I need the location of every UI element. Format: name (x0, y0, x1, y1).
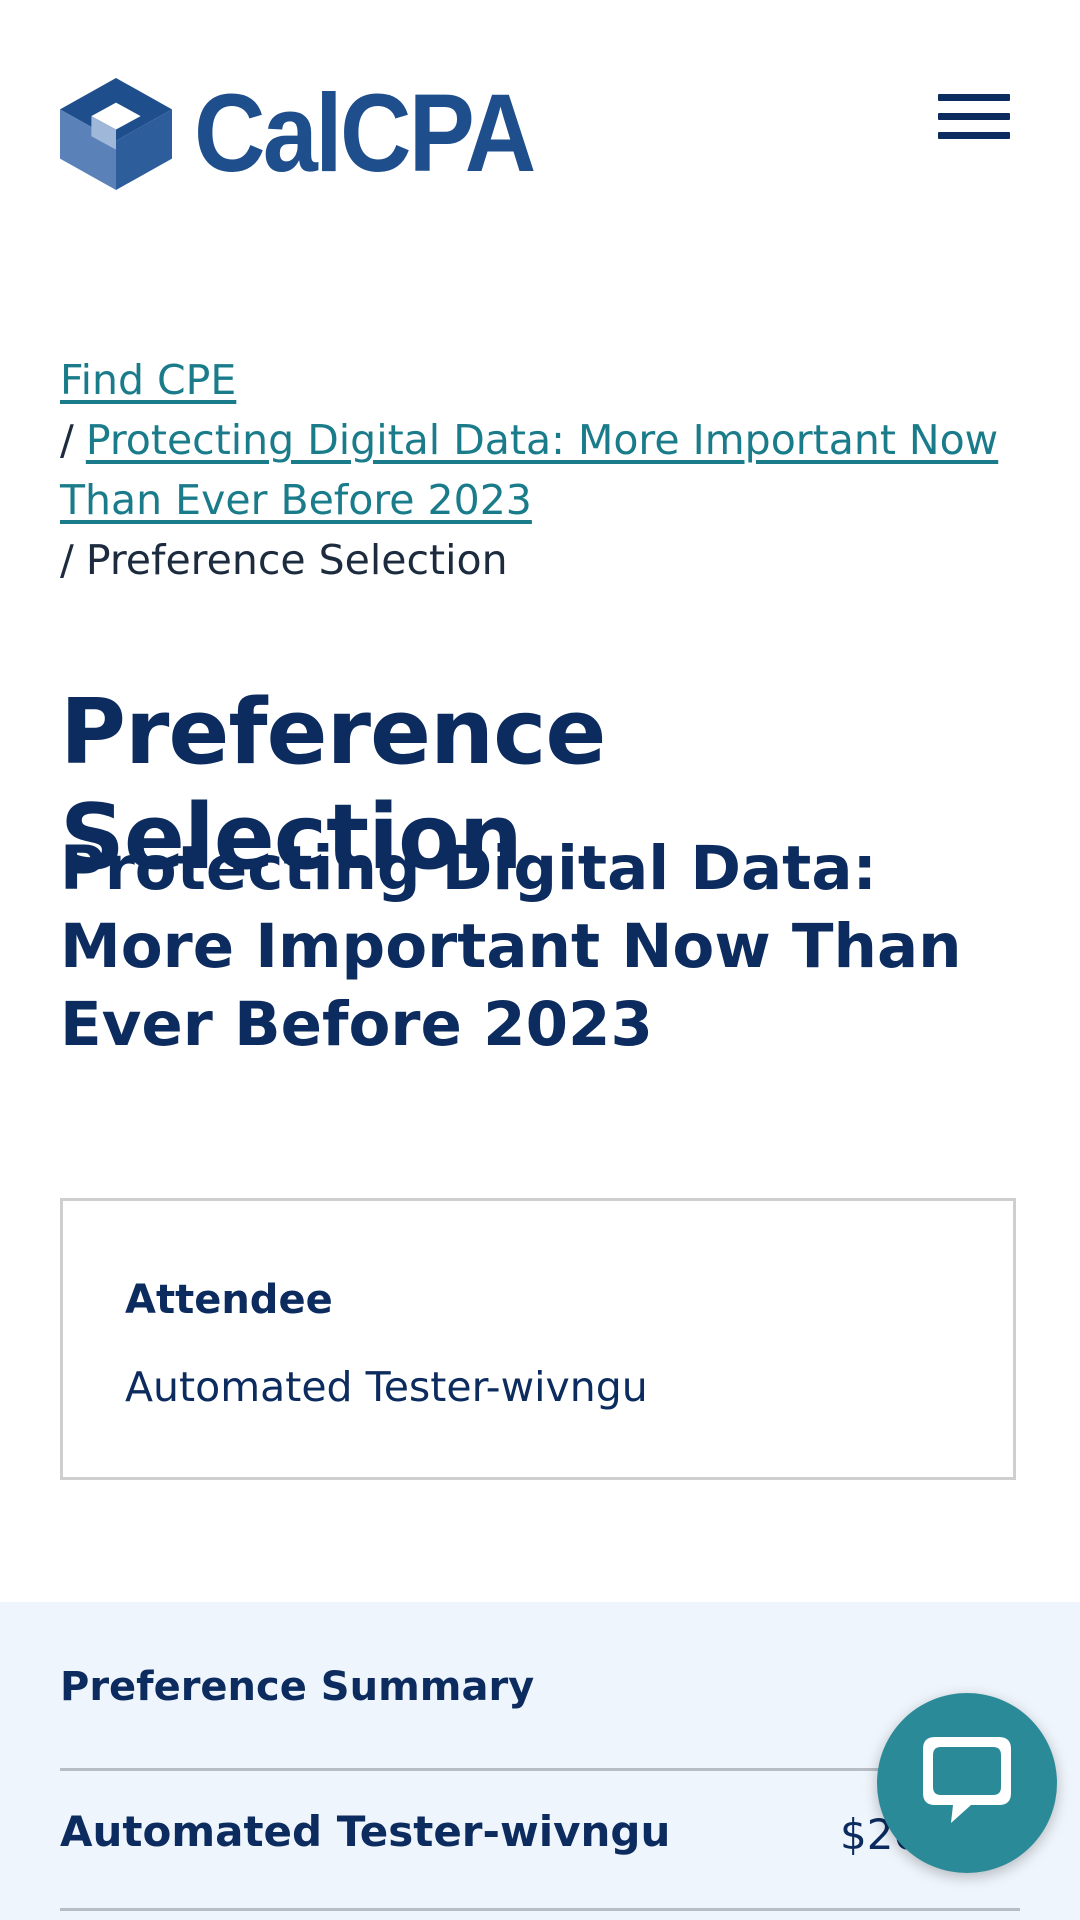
menu-bar (938, 113, 1010, 120)
menu-bar (938, 94, 1010, 101)
site-header: CalCPA (0, 0, 1080, 260)
chat-bubble-icon (923, 1737, 1011, 1823)
calcpa-logo[interactable]: CalCPA (60, 78, 571, 190)
logo-wordmark: CalCPA (194, 72, 536, 195)
chat-button[interactable] (877, 1693, 1057, 1873)
breadcrumb-item-current: / Preference Selection (60, 530, 1020, 590)
breadcrumb-separator: / (60, 416, 74, 464)
summary-divider (60, 1768, 1020, 1771)
menu-bar (938, 132, 1010, 139)
breadcrumb-link-course[interactable]: Protecting Digital Data: More Important … (60, 416, 998, 524)
breadcrumb-separator: / (60, 536, 74, 584)
summary-row-name: Automated Tester-wivngu (60, 1807, 671, 1856)
attendee-label: Attendee (125, 1277, 333, 1323)
breadcrumb-link-find-cpe[interactable]: Find CPE (60, 356, 236, 404)
breadcrumb-current: Preference Selection (85, 536, 508, 584)
hamburger-menu-icon[interactable] (938, 94, 1010, 146)
breadcrumb-item-find-cpe: Find CPE (60, 350, 1020, 410)
attendee-card: Attendee Automated Tester-wivngu (60, 1198, 1016, 1480)
breadcrumb: Find CPE / Protecting Digital Data: More … (60, 350, 1020, 590)
preference-summary-title: Preference Summary (60, 1664, 535, 1710)
breadcrumb-item-course: / Protecting Digital Data: More Important… (60, 410, 1020, 530)
calcpa-cube-logo-icon (60, 78, 172, 190)
attendee-name: Automated Tester-wivngu (125, 1363, 648, 1411)
summary-divider (60, 1908, 1020, 1911)
course-title: Protecting Digital Data: More Important … (60, 833, 962, 1060)
